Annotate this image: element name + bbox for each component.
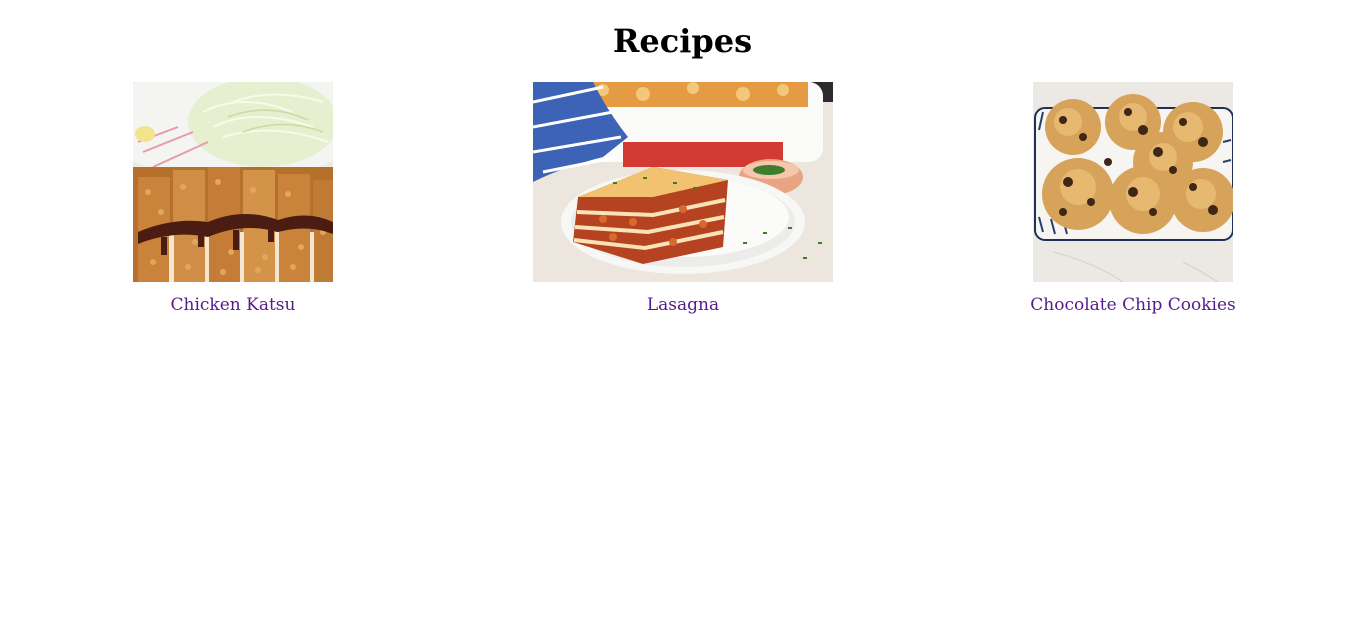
recipe-card-lasagna[interactable]: Lasagna [483,82,883,315]
recipe-link-chicken-katsu[interactable]: Chicken Katsu [171,295,296,315]
chicken-katsu-photo[interactable] [133,82,333,282]
recipe-card-chicken-katsu[interactable]: Chicken Katsu [103,82,363,315]
recipe-link-chocolate-chip-cookies[interactable]: Chocolate Chip Cookies [1030,295,1236,315]
recipe-link-lasagna[interactable]: Lasagna [647,295,719,315]
recipe-card-chocolate-chip-cookies[interactable]: Chocolate Chip Cookies [983,82,1283,315]
chocolate-chip-cookies-photo[interactable] [1033,82,1233,282]
page-title: Recipes [612,22,753,60]
lasagna-photo[interactable] [533,82,833,282]
